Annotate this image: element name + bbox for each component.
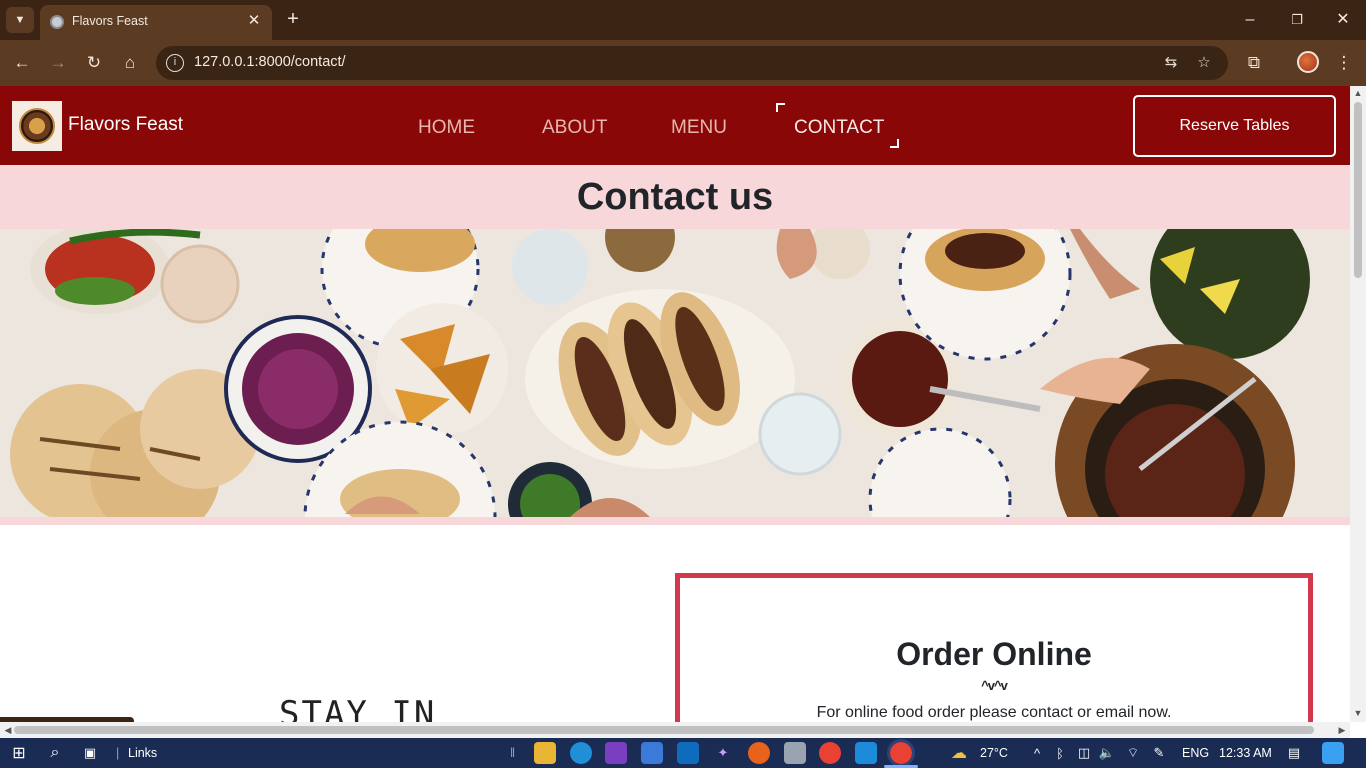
- windows-taskbar: ⊞ ⌕ ▣ | Links ‖ ✦ ☁ 27°C ^ ᛒ ◫ 🔈 ⌔ ✎ ENG…: [0, 738, 1366, 768]
- tab-title: Flavors Feast: [72, 14, 148, 28]
- volume-icon[interactable]: 🔈: [1096, 742, 1118, 764]
- chrome-icon[interactable]: [819, 742, 841, 764]
- order-online-title: Order Online: [896, 636, 1092, 672]
- forward-arrow-icon[interactable]: →: [46, 51, 70, 75]
- scroll-right-arrow-icon[interactable]: ▶: [1334, 725, 1350, 736]
- vscode-icon[interactable]: [855, 742, 877, 764]
- app-icon[interactable]: [605, 742, 627, 764]
- nav-about[interactable]: ABOUT: [542, 117, 607, 139]
- profile-avatar-icon[interactable]: [1297, 51, 1319, 73]
- copilot-icon[interactable]: ✦: [712, 742, 734, 764]
- address-bar[interactable]: i 127.0.0.1:8000/contact/ ⇆ ☆: [156, 46, 1228, 80]
- address-url[interactable]: 127.0.0.1:8000/contact/: [194, 54, 346, 70]
- horizontal-scrollbar[interactable]: ◀ ▶: [0, 722, 1350, 738]
- copilot-pre-icon[interactable]: [1322, 742, 1344, 764]
- notification-icon[interactable]: ▤: [1283, 742, 1305, 764]
- restore-icon[interactable]: ❐: [1285, 8, 1309, 32]
- database-icon[interactable]: [784, 742, 806, 764]
- vertical-scrollbar[interactable]: ▲ ▼: [1350, 86, 1366, 722]
- scroll-down-arrow-icon[interactable]: ▼: [1350, 708, 1366, 718]
- new-tab-button[interactable]: +: [282, 8, 304, 30]
- nav-home[interactable]: HOME: [418, 117, 475, 139]
- window-close-icon[interactable]: ✕: [1331, 8, 1355, 32]
- order-online-text: For online food order please contact or …: [816, 704, 1172, 721]
- reload-icon[interactable]: ↻: [82, 51, 106, 75]
- stay-in-heading: STAY IN: [279, 694, 437, 722]
- wifi-icon[interactable]: ⌔: [1122, 742, 1144, 764]
- active-corner-bottom-right: [890, 139, 899, 148]
- site-info-icon[interactable]: i: [166, 54, 184, 72]
- chevron-divider-icon: ^v^v: [981, 678, 1008, 693]
- site-navbar: Flavors Feast HOME ABOUT MENU CONTACT Re…: [0, 86, 1350, 165]
- vertical-scroll-thumb[interactable]: [1354, 102, 1362, 278]
- language-indicator[interactable]: ENG: [1182, 746, 1209, 760]
- hero-food-image: [0, 229, 1350, 517]
- tab-list-chevron-down-icon[interactable]: ▼: [6, 7, 34, 33]
- page-title: Contact us: [576, 175, 774, 218]
- browser-tab[interactable]: Flavors Feast ✕: [40, 5, 272, 40]
- contact-heading-band: Contact us: [0, 165, 1350, 229]
- tab-close-icon[interactable]: ✕: [244, 11, 264, 31]
- active-corner-top-left: [776, 103, 785, 112]
- store-icon[interactable]: [641, 742, 663, 764]
- bluetooth-icon[interactable]: ᛒ: [1049, 742, 1071, 764]
- translate-icon[interactable]: ⇆: [1160, 52, 1182, 74]
- nav-contact[interactable]: CONTACT: [794, 117, 884, 139]
- edge-browser-icon[interactable]: [570, 742, 592, 764]
- task-view-icon[interactable]: ▣: [79, 742, 101, 764]
- links-toolbar-label[interactable]: Links: [128, 746, 157, 760]
- weather-temp[interactable]: 27°C: [980, 746, 1008, 760]
- scroll-up-arrow-icon[interactable]: ▲: [1350, 88, 1366, 98]
- brand-name[interactable]: Flavors Feast: [68, 114, 183, 136]
- pen-icon[interactable]: ✎: [1148, 742, 1170, 764]
- camera-icon[interactable]: ◫: [1073, 742, 1095, 764]
- search-icon[interactable]: ⌕: [44, 742, 66, 764]
- hero-bottom-strip: [0, 517, 1350, 525]
- taskbar-divider: |: [116, 746, 120, 760]
- more-menu-icon[interactable]: ⋮: [1332, 51, 1356, 75]
- chrome-active-icon[interactable]: [887, 739, 915, 767]
- file-explorer-icon[interactable]: [534, 742, 556, 764]
- show-hidden-icons-chevron-up-icon[interactable]: ^: [1026, 742, 1048, 764]
- site-logo[interactable]: [12, 101, 62, 151]
- bookmark-star-icon[interactable]: ☆: [1193, 52, 1215, 74]
- windows-start-icon[interactable]: ⊞: [8, 742, 30, 764]
- page-viewport: Flavors Feast HOME ABOUT MENU CONTACT Re…: [0, 86, 1350, 722]
- clock-time[interactable]: 12:33 AM: [1219, 746, 1272, 760]
- back-arrow-icon[interactable]: ←: [10, 51, 34, 75]
- outlook-icon[interactable]: [677, 742, 699, 764]
- browser-toolbar: ← → ↻ ⌂ i 127.0.0.1:8000/contact/ ⇆ ☆ ⧉ …: [0, 40, 1366, 86]
- globe-favicon-icon: [50, 15, 64, 29]
- weather-icon[interactable]: ☁: [948, 742, 970, 764]
- browser-titlebar: ▼ Flavors Feast ✕ + – ❐ ✕: [0, 0, 1366, 40]
- nav-menu[interactable]: MENU: [671, 117, 727, 139]
- reserve-tables-button[interactable]: Reserve Tables: [1133, 95, 1336, 157]
- order-online-card: Order Online ^v^v For online food order …: [675, 573, 1313, 722]
- taskbar-divider-2: ‖: [510, 746, 516, 760]
- horizontal-scroll-thumb[interactable]: [14, 726, 1314, 734]
- extensions-puzzle-icon[interactable]: ⧉: [1242, 51, 1266, 75]
- firefox-icon[interactable]: [748, 742, 770, 764]
- home-icon[interactable]: ⌂: [118, 51, 142, 75]
- minimize-icon[interactable]: –: [1238, 8, 1262, 32]
- chef-logo-icon: [19, 108, 55, 144]
